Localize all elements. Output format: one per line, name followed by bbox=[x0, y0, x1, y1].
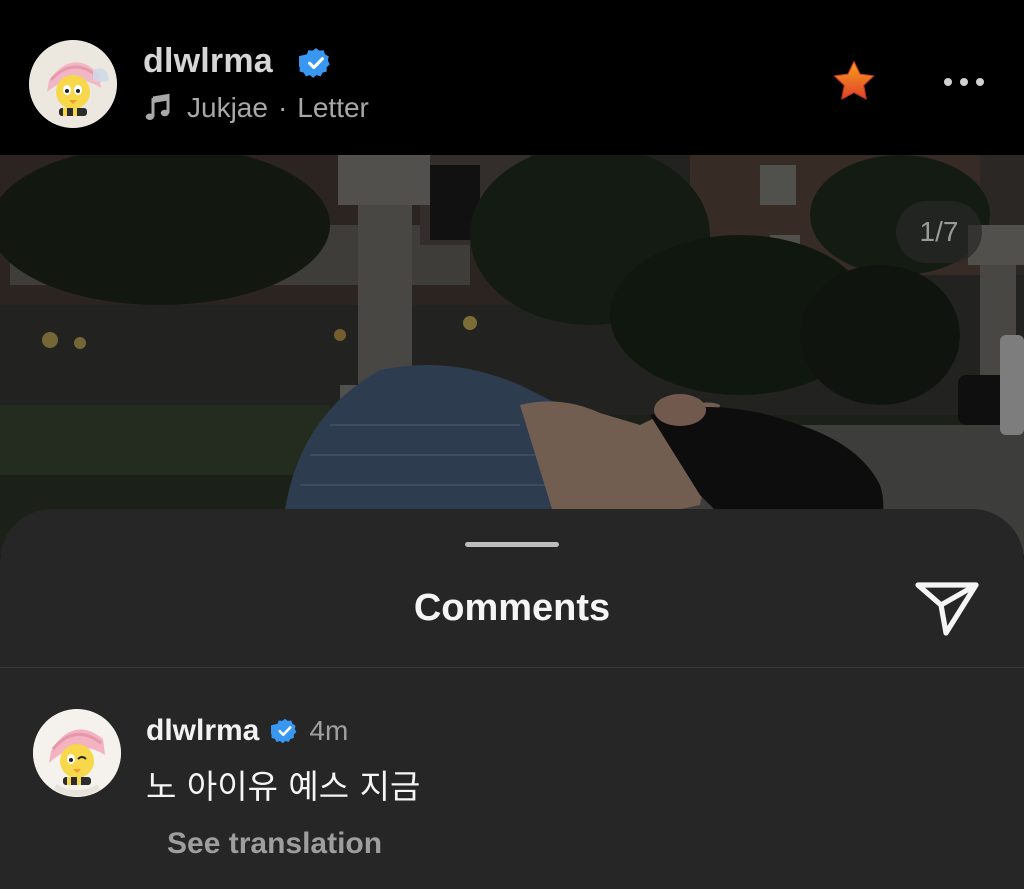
post-photo[interactable]: 1/7 bbox=[0, 155, 1024, 555]
comment-username[interactable]: dlwlrma bbox=[146, 714, 259, 748]
more-options-icon[interactable] bbox=[940, 72, 988, 92]
music-title: Letter bbox=[297, 92, 369, 123]
sheet-divider bbox=[0, 667, 1024, 668]
story-screen: dlwlrma Jukjae · Letter 1/7 Comments dlw… bbox=[0, 0, 1024, 889]
favorite-star-icon[interactable] bbox=[832, 60, 876, 102]
music-artist: Jukjae bbox=[187, 92, 268, 123]
profile-avatar[interactable] bbox=[29, 40, 117, 128]
comment-text: 노 아이유 예스 지금 bbox=[146, 767, 421, 806]
comments-sheet: Comments dlwlrma 4m 노 아이유 예스 지금 See tran… bbox=[0, 509, 1024, 889]
sheet-drag-handle[interactable] bbox=[465, 542, 559, 547]
music-attribution[interactable]: Jukjae · Letter bbox=[143, 90, 369, 126]
post-header: dlwlrma Jukjae · Letter bbox=[0, 0, 1024, 155]
photo-dim-overlay bbox=[0, 155, 1024, 555]
verified-badge-icon bbox=[299, 48, 330, 78]
avatar-illustration bbox=[33, 709, 121, 797]
comment-timestamp: 4m bbox=[309, 715, 349, 746]
comment-item: dlwlrma 4m 노 아이유 예스 지금 See translation bbox=[0, 707, 1024, 889]
header-username[interactable]: dlwlrma bbox=[143, 42, 273, 81]
avatar-illustration bbox=[29, 40, 117, 128]
send-icon[interactable] bbox=[914, 581, 980, 637]
verified-badge-icon bbox=[271, 718, 297, 744]
comment-header: dlwlrma 4m bbox=[146, 711, 348, 751]
comments-title: Comments bbox=[413, 587, 611, 629]
see-translation-link[interactable]: See translation bbox=[167, 827, 382, 861]
music-note-icon bbox=[145, 93, 170, 120]
comment-avatar[interactable] bbox=[33, 709, 121, 797]
music-separator: · bbox=[277, 92, 288, 123]
page-counter: 1/7 bbox=[896, 201, 982, 263]
